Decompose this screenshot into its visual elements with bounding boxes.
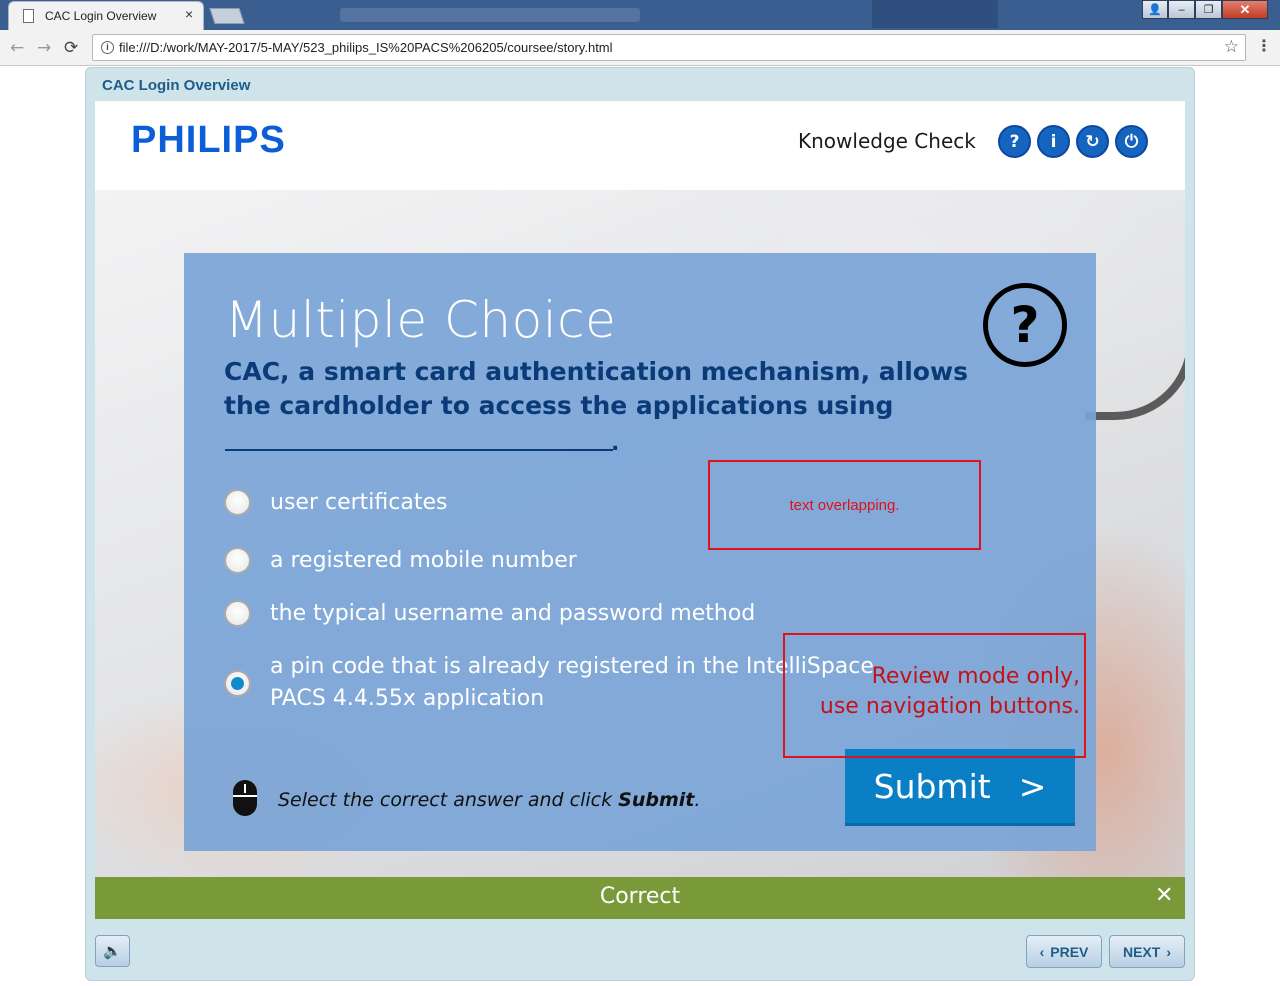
question-panel: Multiple Choice ? CAC, a smart card auth… [184,253,1096,851]
next-label: NEXT [1122,943,1161,960]
annotation-line1: Review mode only, [871,664,1080,689]
instruction-submit-word: Submit [618,789,695,811]
browser-menu-icon[interactable]: ⋮ [1256,36,1272,55]
question-mark-icon: ? [983,283,1067,367]
tab-title: CAC Login Overview [45,9,157,23]
url-text[interactable]: file:///D:/work/MAY-2017/5-MAY/523_phili… [119,40,613,55]
question-period: . [611,431,620,456]
maximize-button[interactable]: ❐ [1195,0,1222,19]
philips-logo: PHILIPS [131,119,286,161]
question-text: CAC, a smart card authentication mechani… [224,357,968,420]
feedback-close-icon[interactable]: ✕ [1155,883,1173,908]
option-label[interactable]: the typical username and password method [270,598,755,630]
annotation-text: Review mode only, use navigation buttons… [785,662,1084,722]
chevron-right-icon: › [1166,943,1171,960]
minimize-button[interactable]: – [1168,0,1195,19]
radio-button-selected[interactable] [224,670,251,697]
info-icon[interactable]: i [101,41,114,54]
replay-button[interactable]: ↻ [1076,125,1109,158]
feedback-text: Correct [599,884,681,909]
submit-arrow-icon: > [1018,766,1047,806]
prev-button[interactable]: ‹ PREV [1026,935,1102,968]
back-icon[interactable]: ← [10,38,24,58]
window-controls: 👤 – ❐ ✕ [1142,0,1268,19]
option-label[interactable]: user certificates [270,487,447,519]
radio-button[interactable] [224,489,251,516]
mouse-icon [233,780,257,816]
next-button[interactable]: NEXT › [1109,935,1185,968]
radio-button[interactable] [224,547,251,574]
stethoscope-image [1085,300,1185,420]
help-button[interactable]: ? [998,125,1031,158]
submit-label: Submit [873,766,991,806]
address-bar[interactable]: i file:///D:/work/MAY-2017/5-MAY/523_phi… [92,34,1246,61]
slide-header: PHILIPS Knowledge Check ? i ↻ ⏻ [95,101,1185,190]
forward-icon[interactable]: → [37,38,51,58]
speaker-icon: 🔈 [103,942,122,960]
review-annotation-navigation: Review mode only, use navigation buttons… [783,633,1086,758]
background-window-title [340,8,640,22]
page-icon [23,9,34,23]
radio-button[interactable] [224,600,251,627]
instruction-text: Select the correct answer and click Subm… [278,789,700,811]
reload-icon[interactable]: ⟳ [64,38,78,58]
browser-tab[interactable]: CAC Login Overview × [8,1,204,30]
browser-toolbar: ← → ⟳ i file:///D:/work/MAY-2017/5-MAY/5… [0,30,1280,66]
instruction-prefix: Select the correct answer and click [278,789,619,811]
info-button[interactable]: i [1037,125,1070,158]
question-heading: Multiple Choice [225,291,617,349]
window-close-button[interactable]: ✕ [1222,0,1268,19]
option-label-line2[interactable]: PACS 4.4.55x application [270,683,544,715]
submit-button[interactable]: Submit > [845,749,1075,826]
tab-close-icon[interactable]: × [185,6,193,22]
browser-titlebar: CAC Login Overview × 👤 – ❐ ✕ [0,0,1280,30]
option-label[interactable]: a registered mobile number [270,545,577,577]
background-window-tab [872,0,998,28]
user-icon[interactable]: 👤 [1142,0,1168,19]
prev-label: PREV [1050,943,1089,960]
new-tab-button[interactable] [209,8,245,24]
feedback-bar: Correct ✕ [95,877,1185,919]
section-label: Knowledge Check [798,129,976,153]
player-title: CAC Login Overview [102,77,251,94]
review-annotation-overlap: text overlapping. [708,460,981,550]
answer-blank-line [225,449,613,451]
exit-button[interactable]: ⏻ [1115,125,1148,158]
annotation-line2: use navigation buttons. [819,694,1080,719]
bookmark-star-icon[interactable]: ☆ [1224,37,1239,57]
audio-button[interactable]: 🔈 [95,935,130,967]
annotation-text: text overlapping. [789,497,900,514]
instruction-suffix: . [694,789,701,811]
chevron-left-icon: ‹ [1039,943,1045,960]
